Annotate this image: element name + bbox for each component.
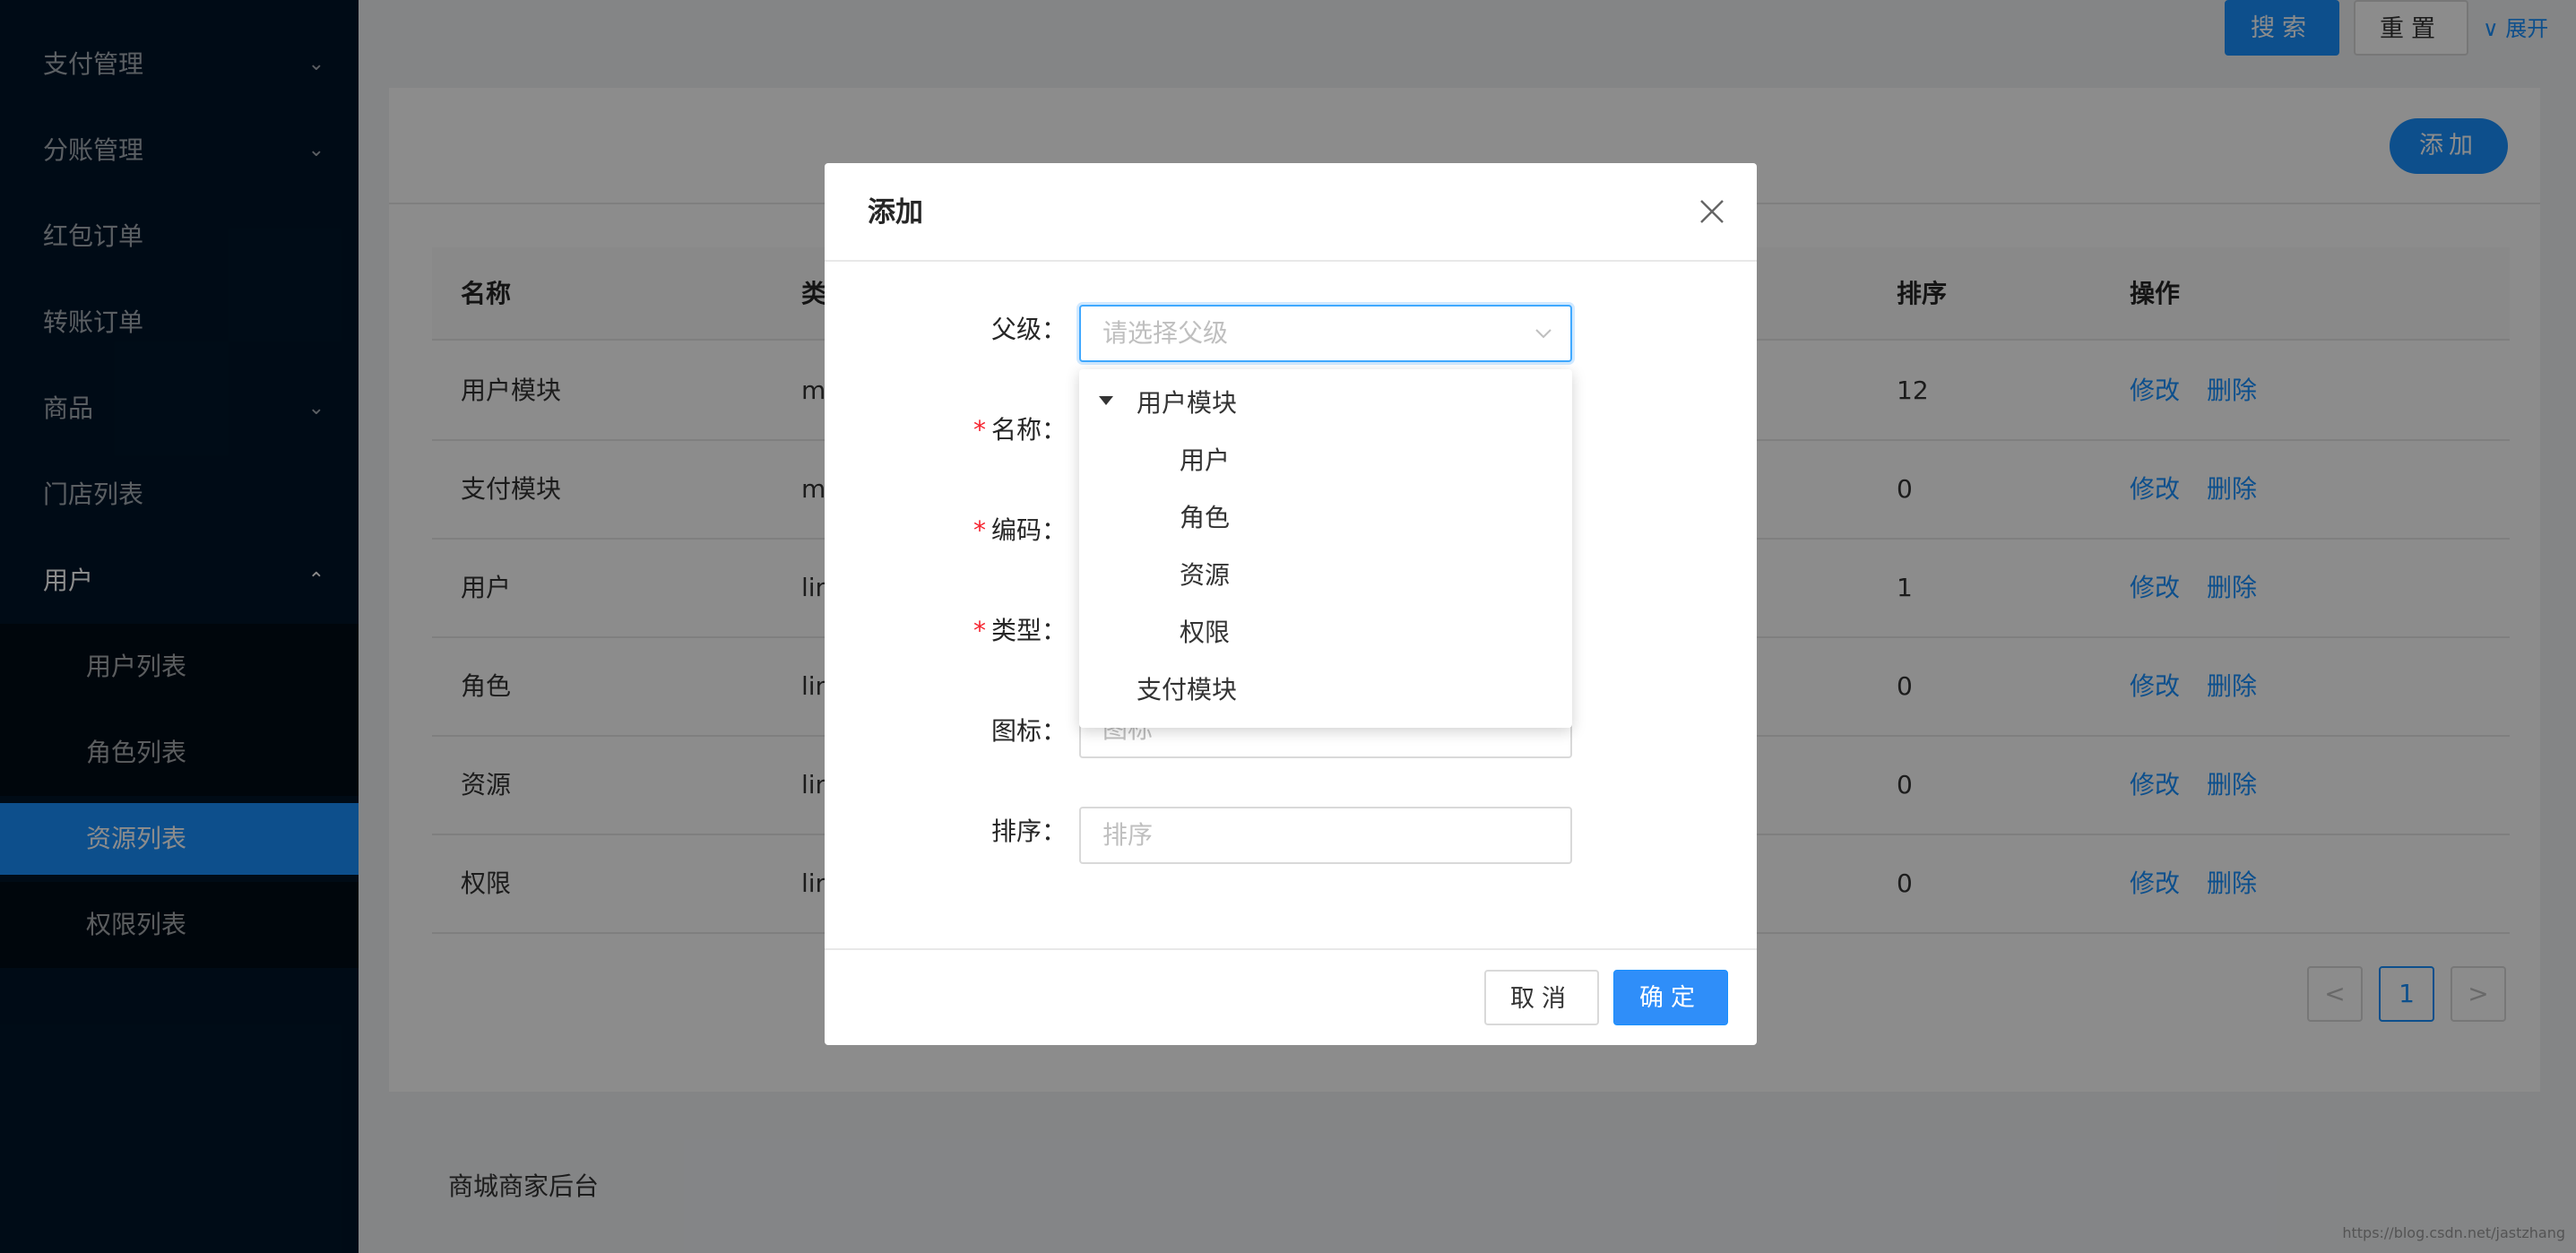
name-label: * 名称： xyxy=(972,415,1067,445)
icon-label: 图标： xyxy=(990,716,1067,746)
tree-node-user[interactable]: 用户 xyxy=(1180,443,1230,479)
required-mark: * xyxy=(972,415,986,445)
divider xyxy=(825,948,1757,950)
tree-node-resource[interactable]: 资源 xyxy=(1180,557,1230,593)
sort-label: 排序： xyxy=(990,817,1067,846)
divider xyxy=(825,260,1757,262)
type-label: * 类型： xyxy=(972,616,1067,645)
caret-down-icon[interactable] xyxy=(1099,396,1113,405)
cancel-button[interactable]: 取消 xyxy=(1484,970,1599,1025)
tree-node-permission[interactable]: 权限 xyxy=(1180,615,1230,651)
close-icon[interactable] xyxy=(1694,194,1730,229)
parent-tree-dropdown: 用户模块 用户 角色 资源 权限 支付模块 xyxy=(1079,369,1572,728)
label-text: 图标 xyxy=(990,716,1042,746)
tree-node-payment-module[interactable]: 支付模块 xyxy=(1137,672,1237,708)
label-text: 排序 xyxy=(990,817,1042,846)
ok-button[interactable]: 确定 xyxy=(1613,970,1728,1025)
label-text: 编码 xyxy=(990,515,1042,545)
code-label: * 编码： xyxy=(972,515,1067,545)
label-text: 类型 xyxy=(990,616,1042,645)
parent-select-placeholder: 请选择父级 xyxy=(1102,318,1229,348)
tree-node-user-module[interactable]: 用户模块 xyxy=(1137,385,1237,421)
modal-title: 添加 xyxy=(868,196,923,229)
sort-input[interactable]: 排序 xyxy=(1079,807,1572,864)
required-mark: * xyxy=(972,515,986,545)
label-text: 父级 xyxy=(990,315,1042,344)
chevron-down-icon xyxy=(1535,329,1552,339)
parent-label: 父级： xyxy=(990,315,1067,344)
parent-select[interactable]: 请选择父级 xyxy=(1079,305,1572,362)
required-mark: * xyxy=(972,616,986,645)
label-text: 名称 xyxy=(990,415,1042,445)
tree-node-role[interactable]: 角色 xyxy=(1180,500,1230,536)
